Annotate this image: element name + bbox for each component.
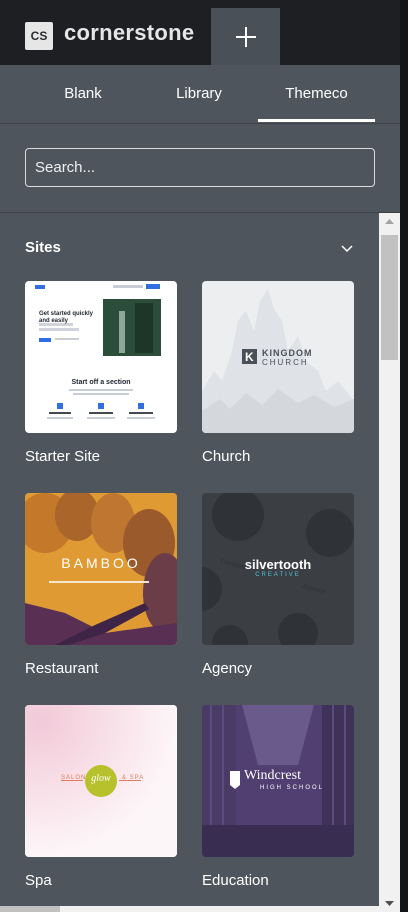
site-thumbnail[interactable]: Creative Agency silvertooth CREATIVE [202, 493, 354, 645]
vertical-scrollbar[interactable] [379, 213, 400, 912]
search-area [0, 124, 400, 213]
tab-blank[interactable]: Blank [30, 65, 136, 123]
logo-wordmark: cornerstone [64, 20, 195, 45]
church-subtitle: CHURCH [262, 358, 309, 367]
site-thumbnail[interactable]: BAMBOO [25, 493, 177, 645]
horizontal-scrollbar-thumb[interactable] [0, 906, 60, 912]
svg-text:K: K [245, 350, 254, 364]
chevron-down-icon[interactable] [339, 240, 355, 256]
site-card-label: Education [202, 872, 269, 889]
restaurant-title: BAMBOO [61, 555, 141, 571]
education-subtitle: HIGH SCHOOL [260, 785, 325, 791]
add-new-tab[interactable] [211, 8, 280, 65]
agency-title: silvertooth [244, 557, 312, 572]
tab-bar: Blank Library Themeco [0, 65, 400, 124]
top-bar: CS cornerstone [0, 0, 400, 65]
starter-subheading: Start off a section [71, 379, 131, 386]
search-input[interactable] [25, 148, 375, 187]
site-card-label: Church [202, 448, 251, 465]
agency-subtitle: CREATIVE [255, 572, 301, 578]
scrollbar-thumb[interactable] [381, 235, 398, 360]
tab-library[interactable]: Library [146, 65, 252, 123]
spa-right-text: & SPA [122, 775, 145, 781]
site-thumbnail[interactable]: Get started quickly and easily Start off… [25, 281, 177, 433]
window-edge [400, 0, 408, 912]
site-card-label: Starter Site [25, 448, 101, 465]
sites-list: Sites Get started quickly and easily Sta… [0, 213, 379, 912]
horizontal-scrollbar[interactable] [0, 906, 400, 912]
site-thumbnail[interactable]: SALON & SPA glow [25, 705, 177, 857]
starter-preview [31, 284, 161, 419]
section-header[interactable]: Sites [25, 237, 355, 259]
template-panel: Blank Library Themeco Sites [0, 65, 400, 912]
scroll-up-arrow-icon[interactable] [379, 213, 400, 230]
active-tab-indicator [258, 119, 375, 122]
education-title: Windcrest [244, 768, 301, 783]
spa-left-text: SALON [61, 775, 87, 781]
tab-themeco[interactable]: Themeco [258, 65, 375, 123]
church-title: KINGDOM [262, 348, 313, 358]
app-logo: CS cornerstone [0, 0, 210, 65]
site-card-label: Restaurant [25, 660, 99, 677]
site-card-label: Agency [202, 660, 253, 677]
plus-icon [235, 26, 256, 47]
starter-heading: Get started quickly and easily [39, 311, 94, 324]
section-title: Sites [25, 239, 61, 256]
site-thumbnail[interactable]: K KINGDOM CHURCH [202, 281, 354, 433]
site-thumbnail[interactable]: Windcrest HIGH SCHOOL [202, 705, 354, 857]
logo-badge: CS [25, 22, 53, 50]
spa-logo-text: glow [91, 773, 111, 784]
site-card-label: Spa [25, 872, 52, 889]
